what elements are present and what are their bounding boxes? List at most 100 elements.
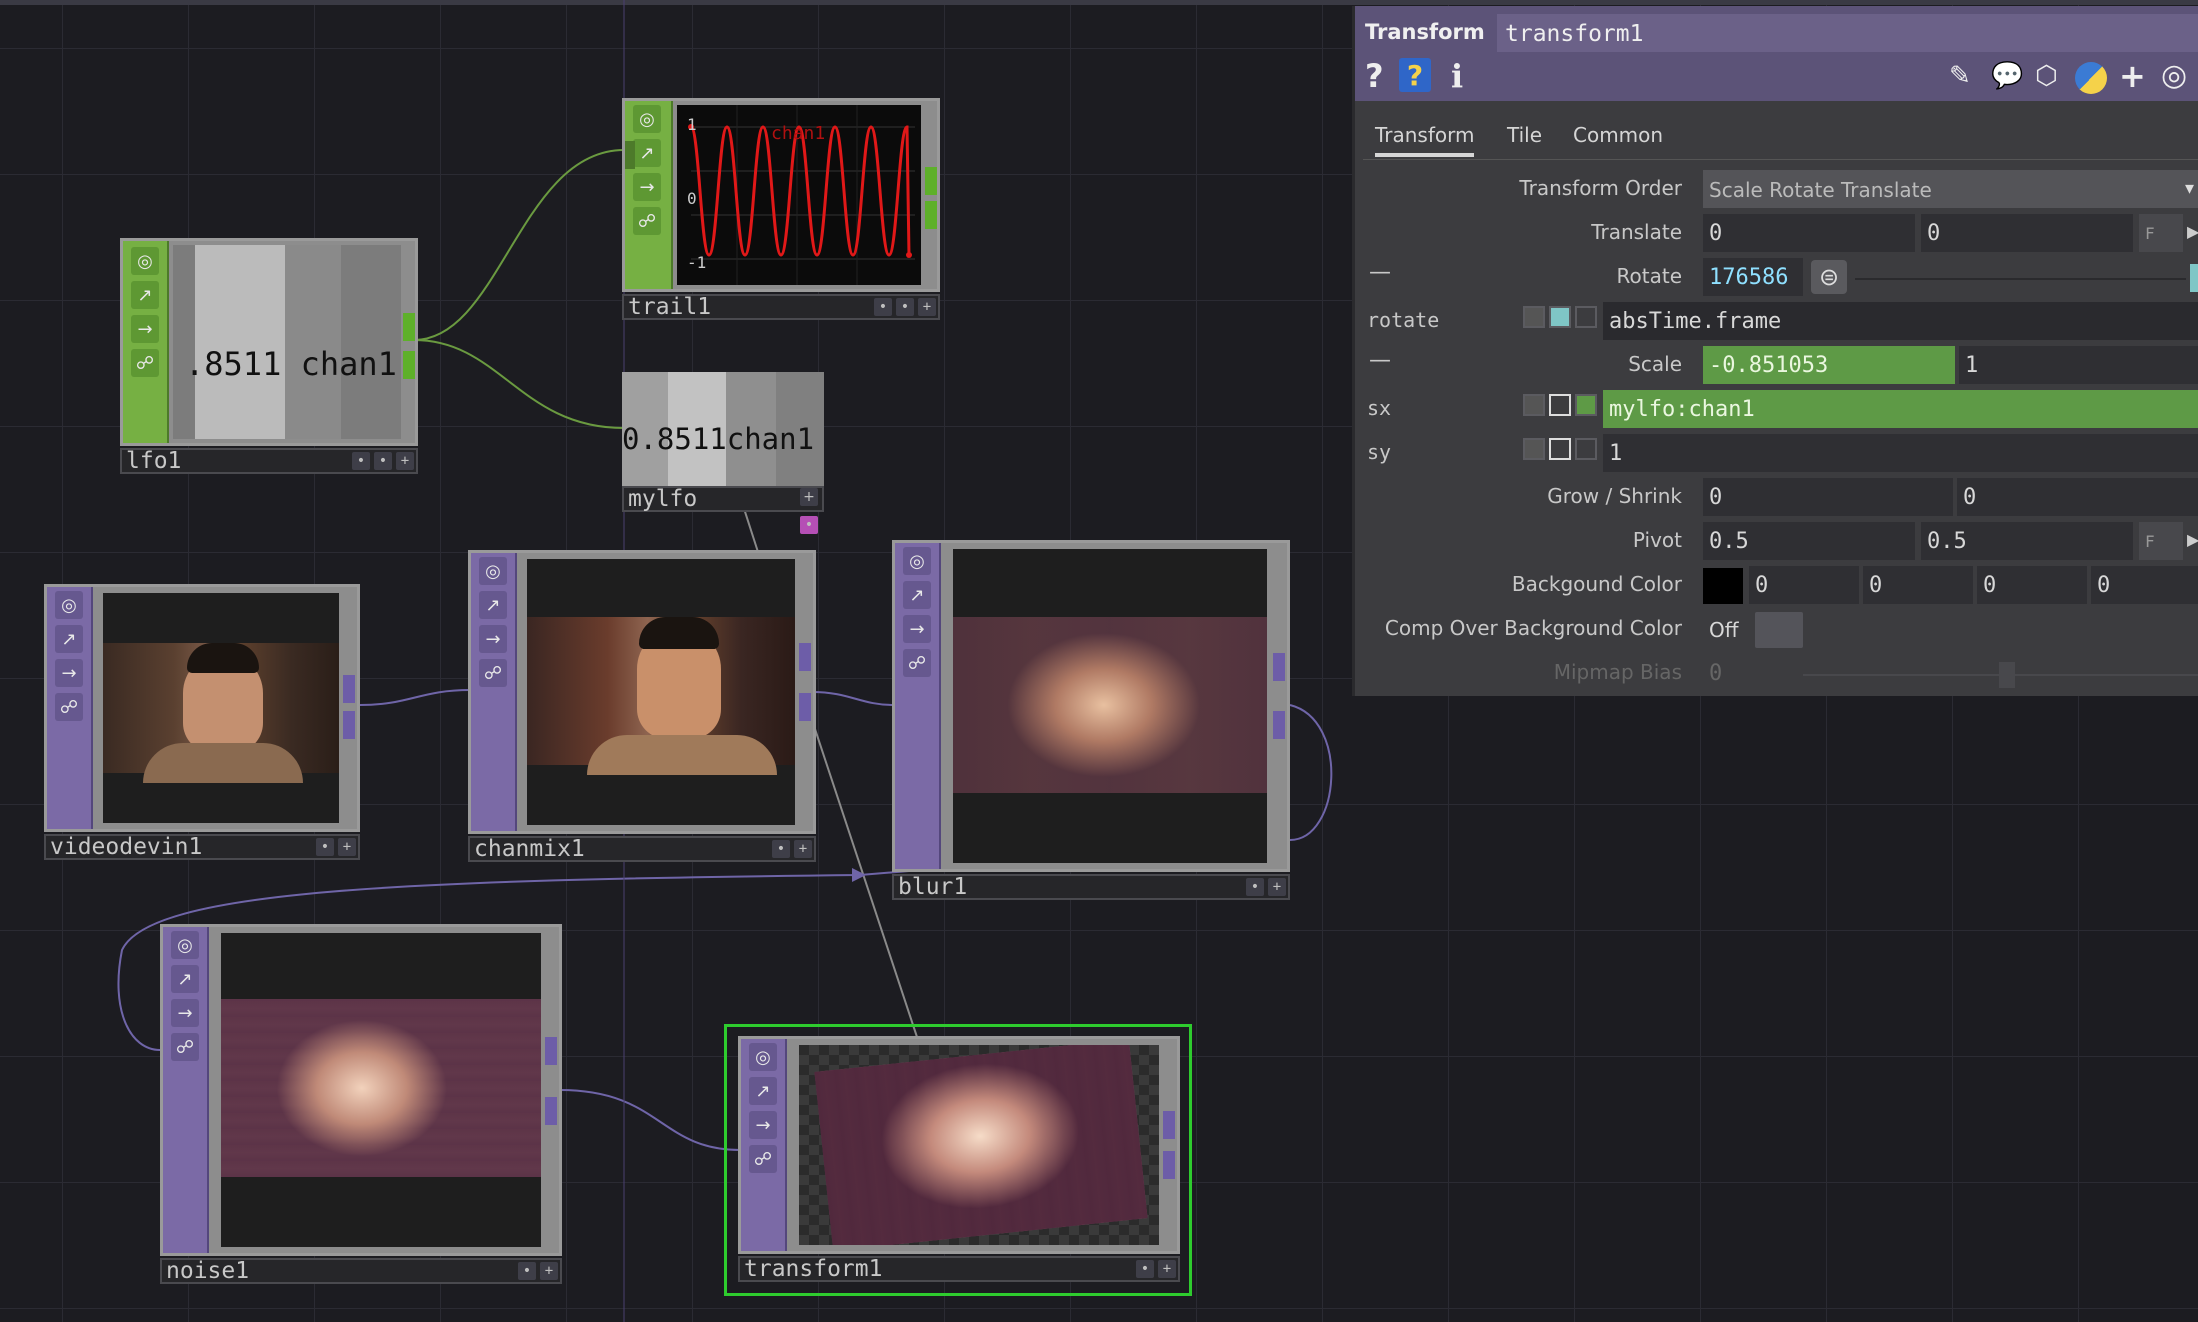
bg-b-field[interactable]: 0 xyxy=(1977,566,2087,604)
parameter-panel[interactable]: Transform transform1 ? ? i ✎ 💬 ⬡ + ◎ Tra… xyxy=(1352,6,2198,696)
clone-icon[interactable]: ⬡ xyxy=(2035,58,2058,94)
python-icon[interactable] xyxy=(2075,62,2107,94)
mode-expression-icon[interactable] xyxy=(1549,394,1571,416)
mode-expression-icon[interactable] xyxy=(1549,438,1571,460)
translate-y-field[interactable]: 0 xyxy=(1921,214,2133,252)
expand-icon[interactable]: + xyxy=(918,298,936,316)
expand-icon[interactable]: + xyxy=(800,488,818,506)
node-blur1[interactable]: ◎ ↗ → ☍ blur1 • + xyxy=(892,540,1290,900)
tab-transform[interactable]: Transform xyxy=(1375,123,1475,157)
viewer-flag-icon[interactable]: ◎ xyxy=(633,105,661,133)
node-chanmix1[interactable]: ◎ ↗ → ☍ chanmix1 • + xyxy=(468,550,816,862)
lock-flag-icon[interactable]: ☍ xyxy=(479,659,507,687)
mipmap-field[interactable]: 0 xyxy=(1703,654,1763,692)
chevron-down-icon[interactable]: ▾ xyxy=(2185,178,2194,199)
comp-over-toggle[interactable] xyxy=(1755,612,1803,648)
mode-expression-icon[interactable] xyxy=(1549,306,1571,328)
pivot-unit-button[interactable]: F xyxy=(2139,522,2183,560)
expand-arrow-icon[interactable]: ▶ xyxy=(2187,222,2198,241)
viewer-icon[interactable]: • xyxy=(316,838,334,856)
viewer-icon[interactable]: • xyxy=(896,298,914,316)
node-lfo1[interactable]: ◎ ↗ → ☍ .8511 chan1 lfo1 • • + xyxy=(120,238,418,474)
output-connector[interactable] xyxy=(403,313,415,341)
add-icon[interactable]: + xyxy=(2119,58,2146,94)
expand-icon[interactable]: + xyxy=(540,1262,558,1280)
bypass-flag-icon[interactable]: ↗ xyxy=(171,965,199,993)
translate-unit-button[interactable]: F xyxy=(2139,214,2183,252)
lock-flag-icon[interactable]: ☍ xyxy=(171,1033,199,1061)
bg-g-field[interactable]: 0 xyxy=(1863,566,1973,604)
rotate-expression-field[interactable]: absTime.frame xyxy=(1603,302,2198,340)
sx-expression-field[interactable]: mylfo:chan1 xyxy=(1603,390,2198,428)
expand-icon[interactable]: + xyxy=(1268,878,1286,896)
bypass-flag-icon[interactable]: ↗ xyxy=(903,581,931,609)
mode-constant-icon[interactable] xyxy=(1523,306,1545,328)
viewer-icon[interactable]: • xyxy=(518,1262,536,1280)
rotate-field[interactable]: 176586 xyxy=(1703,258,1803,296)
viewer-icon[interactable]: • xyxy=(772,840,790,858)
viewer-icon[interactable]: • xyxy=(1136,1260,1154,1278)
display-flag-icon[interactable]: → xyxy=(749,1111,777,1139)
lock-flag-icon[interactable]: ☍ xyxy=(903,649,931,677)
pivot-y-field[interactable]: 0.5 xyxy=(1921,522,2133,560)
grow-y-field[interactable]: 0 xyxy=(1957,478,2198,516)
output-connector[interactable] xyxy=(1273,711,1285,739)
bypass-flag-icon[interactable]: ↗ xyxy=(633,139,661,167)
viewer-flag-icon[interactable]: ◎ xyxy=(171,931,199,959)
node-transform1[interactable]: ◎ ↗ → ☍ transform1 • + xyxy=(738,1036,1180,1290)
mode-constant-icon[interactable] xyxy=(1523,394,1545,416)
collapse-icon[interactable]: — xyxy=(1369,348,1391,373)
mode-export-icon[interactable] xyxy=(1575,306,1597,328)
viewer-flag-icon[interactable]: ◎ xyxy=(131,247,159,275)
viewer-flag-icon[interactable]: ◎ xyxy=(749,1043,777,1071)
grow-x-field[interactable]: 0 xyxy=(1703,478,1953,516)
output-connector[interactable] xyxy=(1273,653,1285,681)
info-icon[interactable]: i xyxy=(1451,58,1463,94)
bg-r-field[interactable]: 0 xyxy=(1749,566,1859,604)
bypass-flag-icon[interactable]: ↗ xyxy=(479,591,507,619)
expand-icon[interactable]: + xyxy=(396,452,414,470)
output-connector[interactable] xyxy=(925,167,937,195)
output-connector[interactable] xyxy=(1163,1151,1175,1179)
node-label[interactable]: noise1 • + xyxy=(160,1258,562,1284)
output-connector[interactable] xyxy=(799,693,811,721)
operator-name-field[interactable]: transform1 xyxy=(1497,14,2198,52)
comment-icon[interactable]: 💬 xyxy=(1991,58,2023,94)
lock-flag-icon[interactable]: ☍ xyxy=(55,693,83,721)
node-label[interactable]: mylfo xyxy=(622,486,824,512)
viewer-flag-icon[interactable]: ◎ xyxy=(479,557,507,585)
viewer-flag-icon[interactable]: ◎ xyxy=(903,547,931,575)
translate-x-field[interactable]: 0 xyxy=(1703,214,1915,252)
viewer-icon[interactable]: ◎ xyxy=(2161,58,2187,94)
output-connector[interactable] xyxy=(545,1097,557,1125)
node-mylfo[interactable]: 0.8511chan1 mylfo + • xyxy=(622,372,824,542)
tab-common[interactable]: Common xyxy=(1573,123,1663,147)
cook-icon[interactable]: • xyxy=(874,298,892,316)
pencil-icon[interactable]: ✎ xyxy=(1949,58,1971,94)
node-noise1[interactable]: ◎ ↗ → ☍ noise1 • + xyxy=(160,924,562,1284)
bypass-flag-icon[interactable]: ↗ xyxy=(131,281,159,309)
display-flag-icon[interactable]: → xyxy=(633,173,661,201)
output-connector[interactable] xyxy=(343,675,355,703)
mode-export-icon[interactable] xyxy=(1575,394,1597,416)
node-label[interactable]: trail1 • • + xyxy=(622,294,940,320)
slider-handle[interactable] xyxy=(2190,264,2198,292)
viewer-icon[interactable]: • xyxy=(1246,878,1264,896)
bg-a-field[interactable]: 0 xyxy=(2091,566,2198,604)
lock-flag-icon[interactable]: ☍ xyxy=(633,207,661,235)
collapse-icon[interactable]: — xyxy=(1369,260,1391,285)
lock-flag-icon[interactable]: ☍ xyxy=(131,349,159,377)
tab-tile[interactable]: Tile xyxy=(1507,123,1542,147)
pivot-x-field[interactable]: 0.5 xyxy=(1703,522,1915,560)
output-connector[interactable] xyxy=(343,711,355,739)
transform-order-dropdown[interactable]: Scale Rotate Translate xyxy=(1703,170,2198,208)
angle-dial-icon[interactable]: ⊜ xyxy=(1811,260,1847,294)
display-flag-icon[interactable]: → xyxy=(479,625,507,653)
help-icon[interactable]: ? xyxy=(1365,58,1384,94)
scale-y-field[interactable]: 1 xyxy=(1959,346,2198,384)
export-icon[interactable]: • xyxy=(800,516,818,534)
output-connector[interactable] xyxy=(1163,1111,1175,1139)
mode-export-icon[interactable] xyxy=(1575,438,1597,460)
viewer-icon[interactable]: • xyxy=(374,452,392,470)
bypass-flag-icon[interactable]: ↗ xyxy=(55,625,83,653)
